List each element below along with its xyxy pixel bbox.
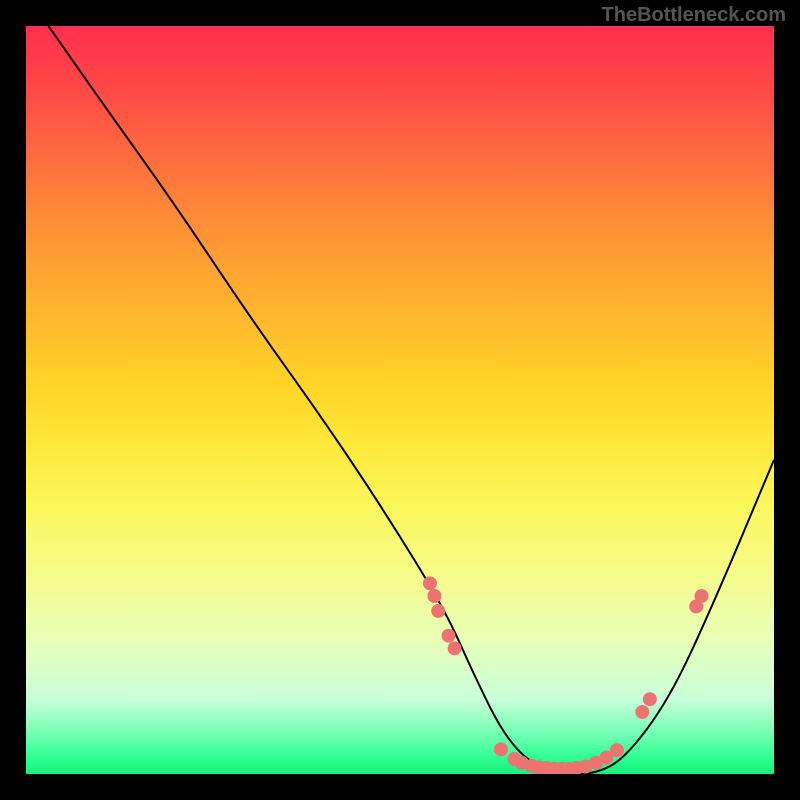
data-point — [508, 752, 522, 766]
data-point — [423, 576, 437, 590]
chart-svg — [26, 26, 774, 774]
data-point — [555, 762, 569, 774]
data-point — [427, 589, 441, 603]
bottleneck-curve — [48, 26, 774, 774]
data-point — [562, 762, 576, 774]
data-point — [643, 692, 657, 706]
data-point — [515, 756, 529, 770]
watermark-text: TheBottleneck.com — [602, 4, 786, 27]
data-point — [448, 641, 462, 655]
data-point — [599, 751, 613, 765]
data-point — [570, 761, 584, 774]
data-point — [589, 756, 603, 770]
data-point — [547, 762, 561, 774]
data-point — [494, 742, 508, 756]
chart-frame: TheBottleneck.com — [0, 0, 800, 800]
data-point — [695, 589, 709, 603]
data-point — [579, 760, 593, 774]
data-point — [531, 760, 545, 774]
data-point — [525, 759, 539, 773]
data-markers — [423, 576, 709, 774]
data-point — [431, 604, 445, 618]
data-point — [689, 599, 703, 613]
data-point — [610, 743, 624, 757]
plot-area — [25, 25, 775, 775]
data-point — [540, 761, 554, 774]
data-point — [442, 629, 456, 643]
data-point — [635, 705, 649, 719]
